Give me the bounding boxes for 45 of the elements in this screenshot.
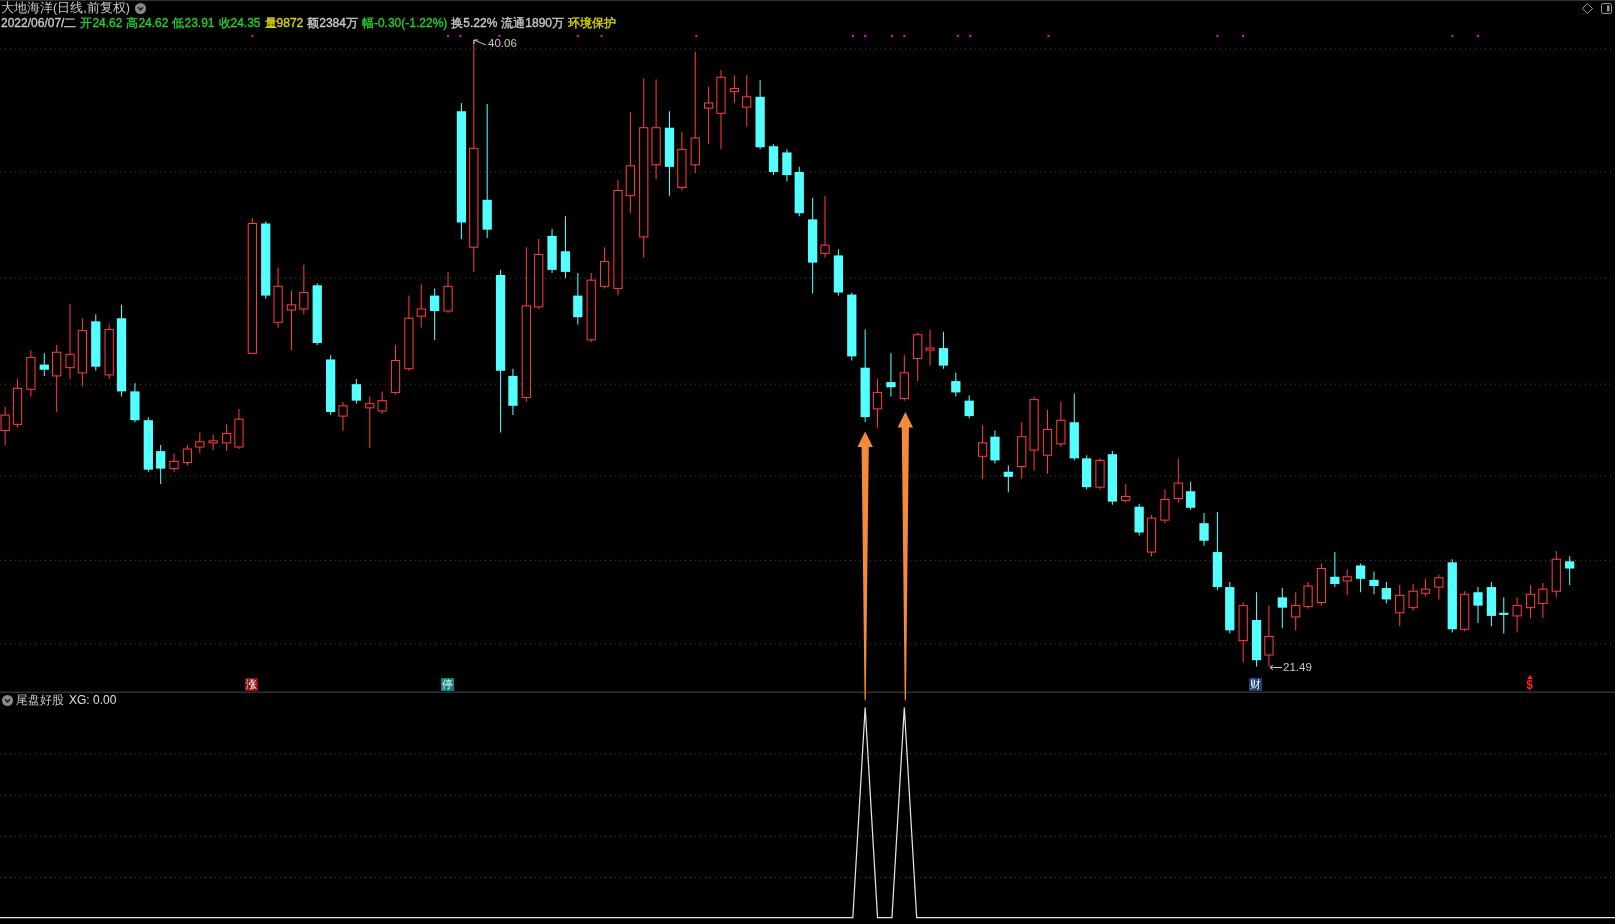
event-tag: 停: [441, 678, 454, 691]
stock-title: 大地海洋(日线,前复权): [1, 1, 130, 16]
event-marker-icon: [851, 34, 854, 37]
dropdown-icon[interactable]: [2, 694, 13, 706]
quote-item: 收24.35: [218, 16, 261, 30]
indicator-value: XG: 0.00: [69, 693, 117, 707]
event-marker-icon: [459, 34, 462, 37]
event-marker-icon: [251, 34, 254, 37]
event-marker-icon: [956, 34, 959, 37]
up-triangle-icon: [1526, 675, 1533, 679]
event-marker-icon: [864, 34, 867, 37]
event-marker-icon: [498, 34, 501, 37]
event-marker-icon: [1216, 34, 1219, 37]
low-price-label: 21.49: [1283, 662, 1312, 673]
quote-item: 2022/06/07/二: [1, 16, 77, 30]
quote-item: 开24.62: [80, 16, 123, 30]
event-symbol: $: [1526, 679, 1533, 691]
quote-item: 高24.62: [126, 16, 169, 30]
event-marker-icon: [1477, 34, 1480, 37]
indicator-name: 尾盘好股: [16, 693, 64, 707]
event-marker-icon: [695, 34, 698, 37]
event-marker-icon: [903, 34, 906, 37]
quote-item: 换5.22%: [451, 16, 498, 30]
event-marker-icon: [447, 34, 450, 37]
quote-item: 流通1890万: [501, 16, 565, 30]
event-marker-icon: [576, 34, 579, 37]
quote-item: 额2384万: [307, 16, 358, 30]
quote-item: 幅-0.30(-1.22%): [361, 16, 448, 30]
event-marker-icon: [969, 34, 972, 37]
event-marker-icon: [600, 34, 603, 37]
diamond-icon[interactable]: [1582, 3, 1593, 14]
event-marker-icon: [1451, 34, 1454, 37]
event-marker-icon: [1047, 34, 1050, 37]
leader-arrow-icon: [1269, 664, 1282, 671]
event-marker-icon: [1242, 34, 1245, 37]
high-price-label: 40.06: [488, 38, 517, 49]
event-tag: 财: [1249, 678, 1262, 691]
event-marker-icon: [890, 34, 893, 37]
quote-item: 低23.91: [172, 16, 215, 30]
dropdown-icon[interactable]: [134, 3, 146, 14]
panel-toggle-icon[interactable]: [1601, 3, 1612, 14]
quote-item: 量9872: [264, 16, 304, 30]
event-tag: 涨: [245, 678, 258, 691]
leader-arrow-icon: [473, 39, 487, 48]
quote-item: 环境保护: [568, 16, 617, 30]
